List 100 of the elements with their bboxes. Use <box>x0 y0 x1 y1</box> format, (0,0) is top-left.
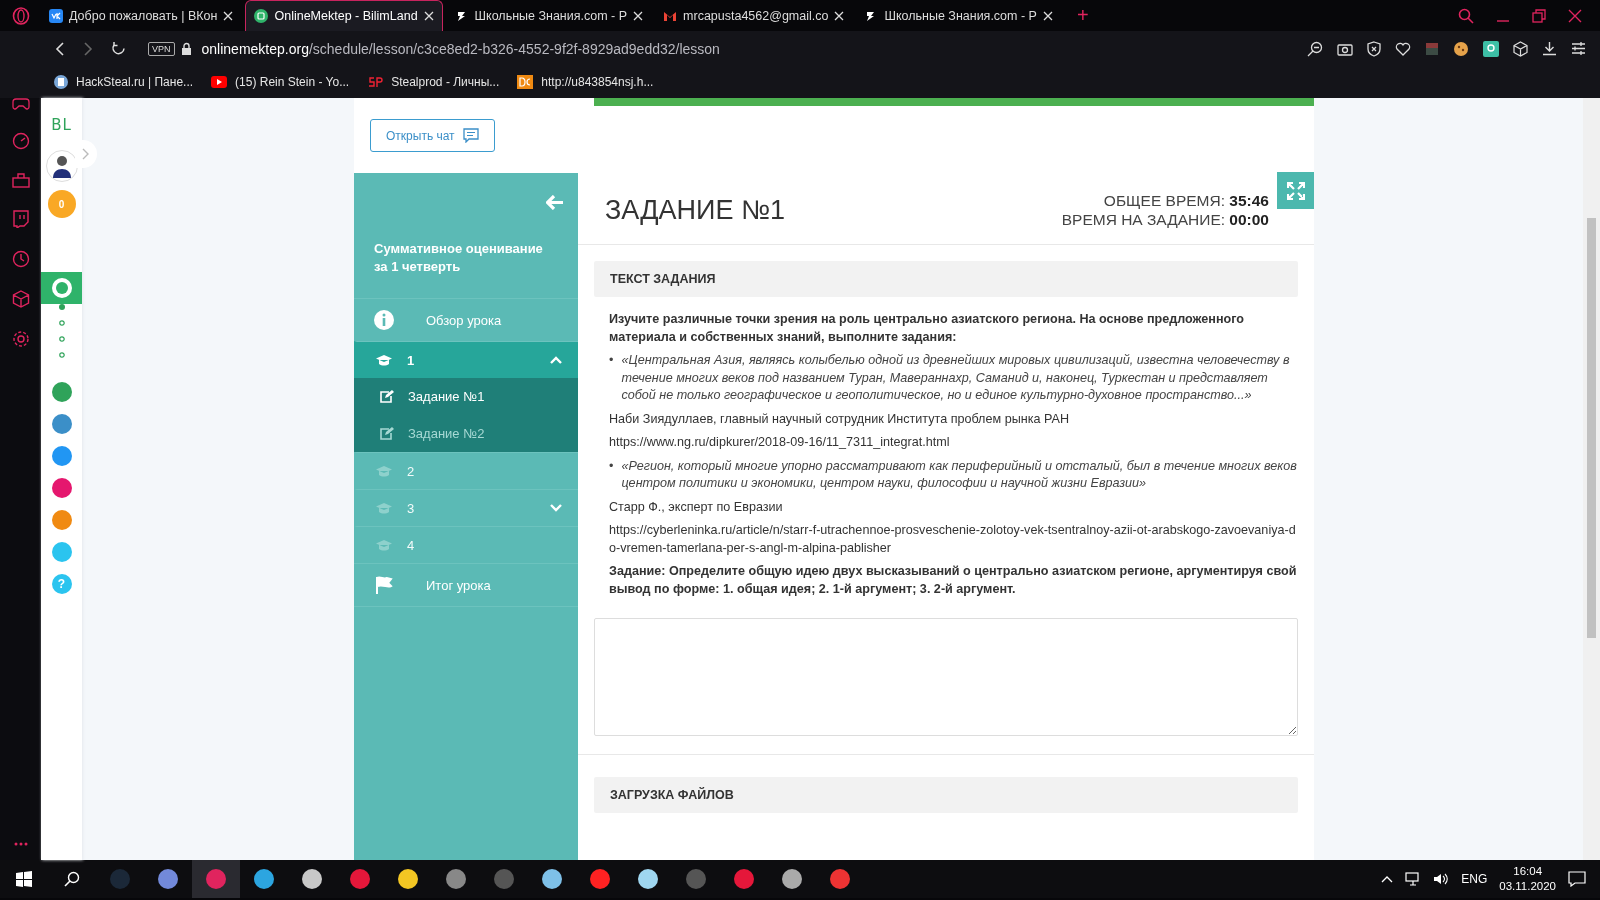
app-icon[interactable] <box>397 868 419 890</box>
task-time-label: ВРЕМЯ НА ЗАДАНИЕ: <box>1061 211 1226 228</box>
vpn-badge[interactable]: VPN <box>148 41 175 56</box>
shield-icon[interactable] <box>1367 40 1381 57</box>
edit-icon <box>380 390 394 403</box>
opera-logo-icon[interactable] <box>11 6 30 25</box>
zoom-out-icon[interactable] <box>1307 40 1323 57</box>
quote-text: «Регион, который многие упорно рассматривают как периферийный и отсталый, был в течение многих веков центром политики и экономики, центром науки, философии и научной жизни Евразии» <box>621 457 1298 492</box>
lock-icon <box>180 42 192 55</box>
cube-extension-icon[interactable] <box>1425 41 1439 56</box>
info-icon <box>374 310 394 330</box>
sp-logo-icon <box>367 75 384 89</box>
browser-tab[interactable]: mrcapusta4562@gmail.co <box>655 0 853 31</box>
app-nav-item[interactable] <box>51 414 72 434</box>
app-icon[interactable] <box>301 868 323 890</box>
bullet-icon: • <box>609 352 614 405</box>
task-title: ЗАДАНИЕ №1 <box>605 194 786 226</box>
search-icon[interactable] <box>64 871 80 887</box>
forward-icon[interactable] <box>83 41 93 56</box>
total-time-label: ОБЩЕЕ ВРЕМЯ: <box>1103 192 1226 209</box>
section-header: ЗАГРУЗКА ФАЙЛОВ <box>594 777 1298 813</box>
clock-time[interactable]: 16:04 <box>1499 864 1556 879</box>
source-text: https://www.ng.ru/dipkurer/2018-09-16/11_7311_integrat.html <box>609 434 951 451</box>
clock-icon[interactable] <box>11 250 30 268</box>
play-icon <box>211 76 228 88</box>
graduation-cap-icon <box>375 465 393 477</box>
browser-tab[interactable]: Школьные Знания.com - Р <box>856 0 1061 31</box>
bookmark-link[interactable]: (15) Rein Stein - Yo... <box>211 75 350 89</box>
chevron-down-icon <box>550 504 562 512</box>
gamepad-icon[interactable] <box>11 98 30 110</box>
app-icon[interactable] <box>781 868 803 890</box>
reload-icon[interactable] <box>111 41 126 56</box>
task-item[interactable]: Задание №1 <box>354 378 578 415</box>
coin-counter: 0 <box>47 190 76 218</box>
app-icon[interactable] <box>589 868 611 890</box>
lesson-title: Суммативное оценивание за 1 четверть <box>374 240 544 276</box>
source-text: https://cyberleninka.ru/article/n/starr-f-utrachennoe-prosveschenie-zolotoy-vek-tsentralnoy-azii-ot-arabskogo-zavoevaniya-do-vremen-tamerlana-per-s-angl-m-alpina-pablisher <box>609 522 1297 557</box>
chat-icon <box>462 128 479 143</box>
app-nav-item[interactable] <box>41 272 82 304</box>
arrow-left-icon <box>546 195 564 210</box>
source-text: Наби Зиядуллаев, главный научный сотрудник Института проблем рынка РАН <box>609 410 1070 428</box>
chevron-up-icon <box>550 356 562 364</box>
settings-icon[interactable] <box>11 330 30 348</box>
camera-extension-icon[interactable] <box>1483 40 1499 57</box>
new-tab-button[interactable]: + <box>1072 4 1093 27</box>
bookmark-link[interactable]: HackSteal.ru | Пане... <box>54 75 194 89</box>
clock-date[interactable]: 03.11.2020 <box>1499 879 1556 894</box>
app-nav-item[interactable] <box>51 510 72 530</box>
task-instruction: Изучите различные точки зрения на роль центрально азиатского региона. На основе предложенного материала и собственных знаний, выполните задания: <box>609 311 1246 346</box>
browser-tab[interactable]: OnlineMektep - BilimLand <box>245 0 443 31</box>
quote-text: «Центральная Азия, являясь колыбелью одной из древнейших мировых цивилизаций, известна человечеству в течение многих веков под названием Туран, Мавераннахр, Саманид и, наконец, Туркестан и представляет собой не только географическое и геополитическое, но и единое культурно-духовное пространство...» <box>621 352 1291 404</box>
more-icon[interactable] <box>13 842 28 846</box>
bookmark-link[interactable]: Stealprod - Личны... <box>367 75 500 89</box>
settings-sliders-icon[interactable] <box>1571 42 1586 55</box>
camera-icon[interactable] <box>1337 41 1353 56</box>
windows-start-icon[interactable] <box>16 871 32 887</box>
app-icon[interactable] <box>253 868 275 890</box>
network-icon[interactable] <box>1405 872 1422 886</box>
chevron-up-icon[interactable] <box>1381 875 1394 883</box>
source-text: Старр Ф., эксперт по Евразии <box>609 498 784 516</box>
browser-tab[interactable]: Школьные Знания.com - Р <box>446 0 652 31</box>
back-icon[interactable] <box>55 41 65 56</box>
edit-icon <box>380 427 394 440</box>
language-indicator[interactable]: ENG <box>1461 872 1488 886</box>
dot-icon <box>58 304 65 310</box>
app-logo-icon <box>51 278 72 298</box>
bookmark-link[interactable]: http://u843854nsj.h... <box>517 75 654 89</box>
speedometer-icon[interactable] <box>11 132 30 150</box>
chat-bubble-icon[interactable] <box>11 210 30 228</box>
app-nav-item[interactable] <box>51 478 72 498</box>
task-instruction: Задание: Определите общую идею двух высказываний о центрально азиатском регионе, аргументируя свой вывод по форме: 1. общая идея; 2. 1-й аргумент; 3. 2-й аргумент. <box>609 563 1298 598</box>
app-nav-item[interactable] <box>51 446 72 466</box>
open-chat-button[interactable]: Открыть чат <box>370 119 495 152</box>
ring-icon <box>58 320 65 326</box>
fullscreen-icon <box>1286 181 1305 200</box>
ring-icon <box>58 336 65 342</box>
app-icon[interactable] <box>637 868 659 890</box>
notifications-icon[interactable] <box>1568 871 1586 887</box>
scrollbar-thumb[interactable] <box>1587 218 1596 638</box>
app-icon[interactable] <box>541 868 563 890</box>
flag-icon <box>374 575 394 595</box>
task-time-value: 00:00 <box>1229 211 1269 228</box>
chevron-right-icon <box>82 148 90 160</box>
cube-icon[interactable] <box>11 290 30 308</box>
dc-logo-icon <box>517 75 534 89</box>
answer-field[interactable] <box>594 618 1298 736</box>
download-icon[interactable] <box>1542 41 1557 56</box>
heart-icon[interactable] <box>1395 41 1411 56</box>
graduation-cap-icon <box>375 539 393 551</box>
app-icon[interactable] <box>445 868 467 890</box>
cookie-icon[interactable] <box>1453 40 1469 57</box>
app-nav-item[interactable] <box>51 382 72 402</box>
volume-icon[interactable] <box>1433 872 1450 886</box>
app-icon[interactable] <box>157 868 179 890</box>
graduation-cap-icon <box>375 502 393 514</box>
restore-icon[interactable] <box>1532 8 1546 23</box>
browser-tab[interactable]: Добро пожаловать | ВКон <box>41 0 242 31</box>
box-icon[interactable] <box>1513 40 1528 57</box>
address-field[interactable]: onlinemektep.org/schedule/lesson/c3ce8ed2-b326-4552-9f2f-8929ad9edd32/lesson <box>201 40 720 57</box>
toolbox-icon[interactable] <box>11 172 30 188</box>
